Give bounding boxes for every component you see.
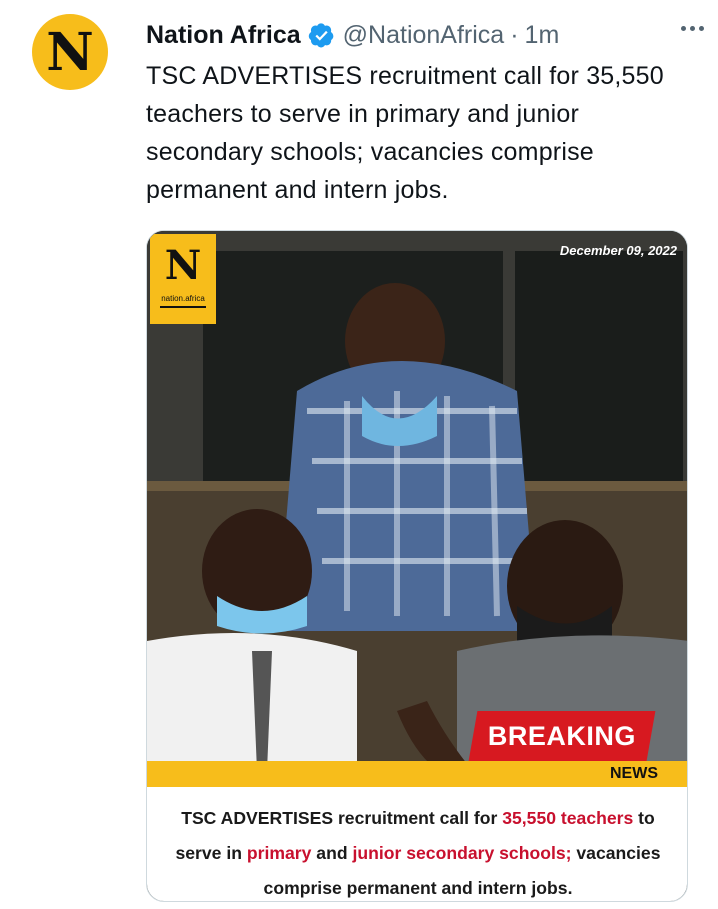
image-caption: TSC ADVERTISES recruitment call for 35,5… bbox=[147, 787, 687, 901]
image-date: December 09, 2022 bbox=[559, 243, 677, 258]
avatar-letter: N bbox=[46, 22, 94, 83]
tweet-media[interactable]: N nation.africa December 09, 2022 BREAKI… bbox=[146, 230, 688, 902]
more-dots-icon[interactable] bbox=[681, 26, 704, 31]
classroom-photo bbox=[147, 231, 687, 791]
display-name[interactable]: Nation Africa bbox=[146, 21, 301, 50]
verified-badge-icon bbox=[308, 22, 334, 47]
user-handle[interactable]: @NationAfrica bbox=[343, 21, 505, 50]
news-label: NEWS bbox=[610, 765, 658, 782]
logo-site: nation.africa bbox=[161, 294, 205, 303]
caption-text-1: TSC ADVERTISES recruitment call for bbox=[181, 808, 503, 828]
breaking-banner: BREAKING bbox=[468, 711, 656, 761]
caption-highlight-2: primary bbox=[246, 843, 312, 863]
caption-highlight-1: 35,550 teachers bbox=[502, 808, 634, 828]
separator-dot: · bbox=[510, 20, 519, 49]
tweet-header: Nation Africa @NationAfrica · 1m bbox=[146, 18, 718, 52]
logo-letter: N bbox=[164, 242, 202, 289]
breaking-label: BREAKING bbox=[487, 720, 636, 751]
caption-text-3: and bbox=[311, 843, 353, 863]
tweet-text: TSC ADVERTISES recruitment call for 35,5… bbox=[146, 62, 664, 204]
nation-logo: N nation.africa bbox=[150, 234, 216, 324]
avatar[interactable]: N bbox=[32, 14, 108, 90]
caption-highlight-3: junior secondary schools; bbox=[352, 843, 572, 863]
timestamp[interactable]: 1m bbox=[525, 21, 560, 50]
